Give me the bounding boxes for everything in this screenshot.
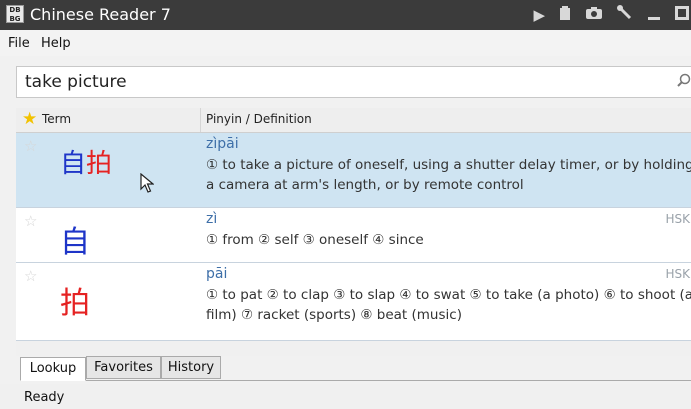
search-icon[interactable]	[677, 73, 691, 91]
pinyin-text: zìpāi	[206, 136, 239, 152]
app-logo-icon: DB BG	[6, 5, 24, 23]
definition-column-header[interactable]: Pinyin / Definition	[206, 112, 312, 126]
definition-text: ① from ② self ③ oneself ④ since	[206, 232, 424, 248]
tab-favorites[interactable]: Favorites	[86, 356, 161, 379]
favorite-star-icon[interactable]: ☆	[24, 267, 37, 285]
results-empty-area	[16, 341, 691, 356]
menu-file[interactable]: File	[8, 36, 30, 51]
mouse-cursor-icon	[140, 173, 154, 193]
status-text: Ready	[24, 390, 65, 405]
tab-history[interactable]: History	[161, 356, 221, 379]
term-hanzi: 拍	[60, 278, 90, 322]
maximize-icon[interactable]	[675, 6, 689, 24]
titlebar-icons: ▶	[533, 5, 689, 25]
pinyin-text: zì	[206, 211, 218, 227]
wrench-icon[interactable]	[617, 5, 633, 25]
play-icon[interactable]: ▶	[533, 6, 545, 24]
favorite-star-icon[interactable]: ★	[22, 109, 37, 129]
search-box	[16, 66, 691, 98]
result-row[interactable]: ☆ 自 zì HSK ① from ② self ③ oneself ④ sin…	[16, 208, 691, 263]
definition-text: ① to pat ② to clap ③ to slap ④ to swat ⑤…	[206, 287, 691, 323]
hanzi-char: 拍	[86, 149, 113, 179]
term-column-header[interactable]: Term	[42, 112, 71, 126]
results-header: ★ Term Pinyin / Definition	[16, 108, 691, 133]
app-window: DB BG Chinese Reader 7 ▶ File Help take …	[0, 0, 691, 409]
hanzi-char: 自	[60, 225, 90, 260]
definition-text: ① to take a picture of oneself, using a …	[206, 157, 691, 193]
hanzi-char: 拍	[60, 286, 90, 321]
status-bar: Ready	[0, 384, 691, 409]
search-input[interactable]	[25, 71, 645, 93]
minimize-icon[interactable]	[647, 6, 661, 24]
pinyin-text: pāi	[206, 266, 228, 282]
result-row[interactable]: ☆ 自拍 zìpāi ① to take a picture of onesel…	[16, 133, 691, 208]
hsk-badge: HSK	[665, 267, 690, 281]
window-title: Chinese Reader 7	[30, 5, 171, 24]
column-divider[interactable]	[200, 108, 201, 132]
title-bar[interactable]: DB BG Chinese Reader 7 ▶	[0, 0, 691, 30]
menu-bar: File Help	[0, 30, 691, 56]
menu-help[interactable]: Help	[41, 36, 71, 51]
result-row[interactable]: ☆ 拍 pāi HSK ① to pat ② to clap ③ to slap…	[16, 263, 691, 341]
camera-icon[interactable]	[585, 6, 603, 24]
app-logo-text: DB BG	[9, 6, 21, 23]
term-hanzi: 自	[60, 217, 90, 261]
clipboard-icon[interactable]	[559, 5, 571, 25]
hsk-badge: HSK	[665, 212, 690, 226]
tab-strip-line	[20, 380, 691, 381]
term-hanzi: 自拍	[60, 143, 112, 180]
hanzi-char: 自	[60, 149, 87, 179]
favorite-star-icon[interactable]: ☆	[24, 137, 37, 155]
favorite-star-icon[interactable]: ☆	[24, 212, 37, 230]
tab-lookup[interactable]: Lookup	[20, 357, 86, 381]
